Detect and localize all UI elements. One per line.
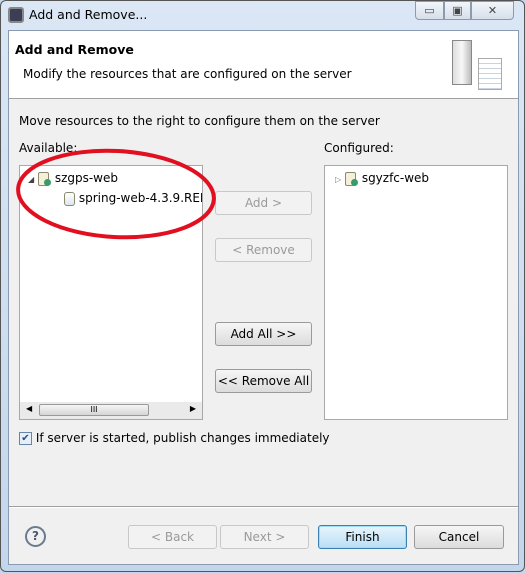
red-annotation-ellipse xyxy=(16,148,216,240)
dialog-window: Add and Remove... ▭ ▣ ✕ Add and Remove M… xyxy=(0,0,525,572)
